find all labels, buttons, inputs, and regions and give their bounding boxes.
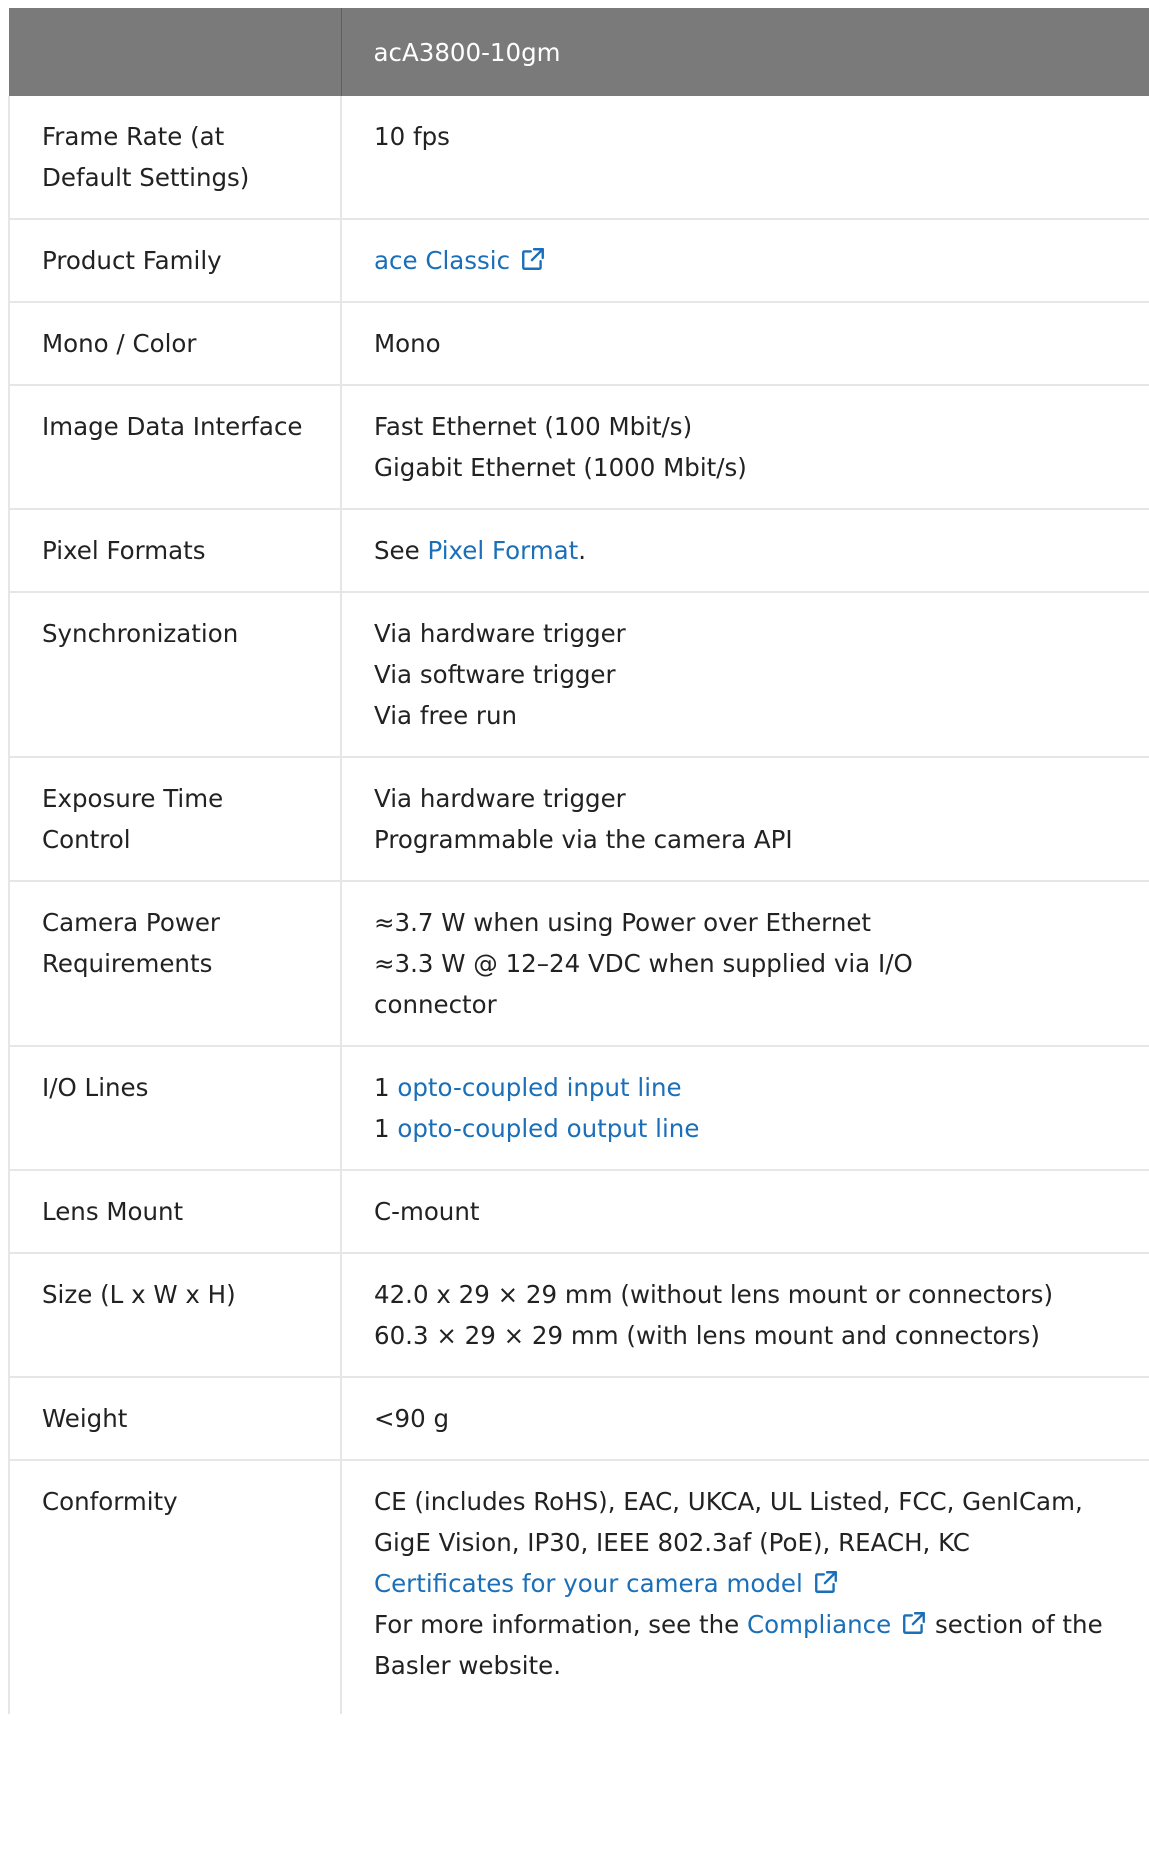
product-family-link[interactable]: ace Classic	[374, 246, 510, 275]
row-label: Lens Mount	[8, 1170, 342, 1254]
table-row: I/O Lines 1 opto-coupled input line 1 op…	[8, 1046, 1149, 1171]
row-value: ≈3.7 W when using Power over Ethernet ≈3…	[341, 881, 1149, 1047]
row-value: Via hardware trigger Programmable via th…	[341, 757, 1149, 882]
spec-table: acA3800-10gm Frame Rate (at Default Sett…	[8, 8, 1149, 1714]
header-row: acA3800-10gm	[9, 8, 1149, 96]
row-label: Image Data Interface	[8, 385, 342, 510]
row-value: CE (includes RoHS), EAC, UKCA, UL Listed…	[341, 1460, 1149, 1714]
row-label: Camera Power Requirements	[8, 881, 342, 1047]
compliance-link[interactable]: Compliance	[747, 1610, 891, 1639]
size-line: 60.3 × 29 × 29 mm (with lens mount and c…	[374, 1321, 1040, 1350]
row-value: Fast Ethernet (100 Mbit/s) Gigabit Ether…	[341, 385, 1149, 510]
row-label: Synchronization	[8, 592, 342, 758]
image-data-interface-line: Fast Ethernet (100 Mbit/s)	[374, 412, 693, 441]
size-label: Size (L x W x H)	[42, 1280, 236, 1309]
row-value: <90 g	[341, 1377, 1149, 1461]
row-value: Via hardware trigger Via software trigge…	[341, 592, 1149, 758]
synchronization-line: Via free run	[374, 701, 518, 730]
pixel-formats-label: Pixel Formats	[42, 536, 206, 565]
external-link-icon[interactable]	[520, 246, 546, 272]
table-row: Conformity CE (includes RoHS), EAC, UKCA…	[8, 1460, 1149, 1714]
row-label: Conformity	[8, 1460, 342, 1714]
product-family-label: Product Family	[42, 246, 222, 275]
opto-coupled-input-line-link[interactable]: opto-coupled input line	[397, 1073, 681, 1102]
image-data-interface-line: Gigabit Ethernet (1000 Mbit/s)	[374, 453, 747, 482]
table-row: Exposure Time Control Via hardware trigg…	[8, 757, 1149, 882]
table-row: Size (L x W x H) 42.0 x 29 × 29 mm (with…	[8, 1253, 1149, 1378]
row-value: C-mount	[341, 1170, 1149, 1254]
row-value: 42.0 x 29 × 29 mm (without lens mount or…	[341, 1253, 1149, 1378]
synchronization-line: Via software trigger	[374, 660, 616, 689]
exposure-time-control-line: Programmable via the camera API	[374, 825, 793, 854]
mono-color-label: Mono / Color	[42, 329, 197, 358]
pixel-formats-suffix: .	[578, 536, 587, 565]
pixel-formats-prefix: See	[374, 536, 428, 565]
row-label: Exposure Time Control	[8, 757, 342, 882]
header-model-cell: acA3800-10gm	[341, 8, 1149, 96]
row-label: Size (L x W x H)	[8, 1253, 342, 1378]
frame-rate-label: Frame Rate (at Default Settings)	[42, 122, 250, 192]
exposure-time-control-line: Via hardware trigger	[374, 784, 626, 813]
external-link-icon[interactable]	[813, 1569, 839, 1595]
conformity-label: Conformity	[42, 1487, 178, 1516]
weight-value: <90 g	[374, 1404, 450, 1433]
synchronization-label: Synchronization	[42, 619, 239, 648]
size-line: 42.0 x 29 × 29 mm (without lens mount or…	[374, 1280, 1054, 1309]
io-output-prefix: 1	[374, 1114, 398, 1143]
image-data-interface-label: Image Data Interface	[42, 412, 303, 441]
conformity-more-prefix: For more information, see the	[374, 1610, 747, 1639]
io-input-prefix: 1	[374, 1073, 398, 1102]
row-value: ace Classic	[341, 219, 1149, 303]
table-row: Lens Mount C-mount	[8, 1170, 1149, 1254]
pixel-format-link[interactable]: Pixel Format	[428, 536, 579, 565]
table-row: Frame Rate (at Default Settings) 10 fps	[8, 96, 1149, 220]
row-value: 10 fps	[341, 96, 1149, 220]
row-label: Weight	[8, 1377, 342, 1461]
row-value: 1 opto-coupled input line 1 opto-coupled…	[341, 1046, 1149, 1171]
io-lines-label: I/O Lines	[42, 1073, 149, 1102]
exposure-time-control-label: Exposure Time Control	[42, 784, 224, 854]
table-row: Weight <90 g	[8, 1377, 1149, 1461]
frame-rate-value: 10 fps	[374, 122, 450, 151]
row-label: Product Family	[8, 219, 342, 303]
row-value: See Pixel Format.	[341, 509, 1149, 593]
camera-power-line: ≈3.3 W @ 12–24 VDC when supplied via I/O…	[374, 949, 913, 1019]
row-label: I/O Lines	[8, 1046, 342, 1171]
certificates-link[interactable]: Certificates for your camera model	[374, 1569, 803, 1598]
opto-coupled-output-line-link[interactable]: opto-coupled output line	[397, 1114, 699, 1143]
table-row: Mono / Color Mono	[8, 302, 1149, 386]
header-label-cell	[9, 8, 342, 96]
row-value: Mono	[341, 302, 1149, 386]
table-row: Product Family ace Classic	[8, 219, 1149, 303]
table-row: Pixel Formats See Pixel Format.	[8, 509, 1149, 593]
lens-mount-value: C-mount	[374, 1197, 480, 1226]
row-label: Frame Rate (at Default Settings)	[8, 96, 342, 220]
camera-power-line: ≈3.7 W when using Power over Ethernet	[374, 908, 872, 937]
table-row: Synchronization Via hardware trigger Via…	[8, 592, 1149, 758]
synchronization-line: Via hardware trigger	[374, 619, 626, 648]
conformity-text: CE (includes RoHS), EAC, UKCA, UL Listed…	[374, 1487, 1083, 1557]
row-label: Pixel Formats	[8, 509, 342, 593]
table-row: Camera Power Requirements ≈3.7 W when us…	[8, 881, 1149, 1047]
table-row: Image Data Interface Fast Ethernet (100 …	[8, 385, 1149, 510]
lens-mount-label: Lens Mount	[42, 1197, 184, 1226]
row-label: Mono / Color	[8, 302, 342, 386]
camera-power-label: Camera Power Requirements	[42, 908, 221, 978]
mono-color-value: Mono	[374, 329, 441, 358]
weight-label: Weight	[42, 1404, 128, 1433]
external-link-icon[interactable]	[901, 1610, 927, 1636]
